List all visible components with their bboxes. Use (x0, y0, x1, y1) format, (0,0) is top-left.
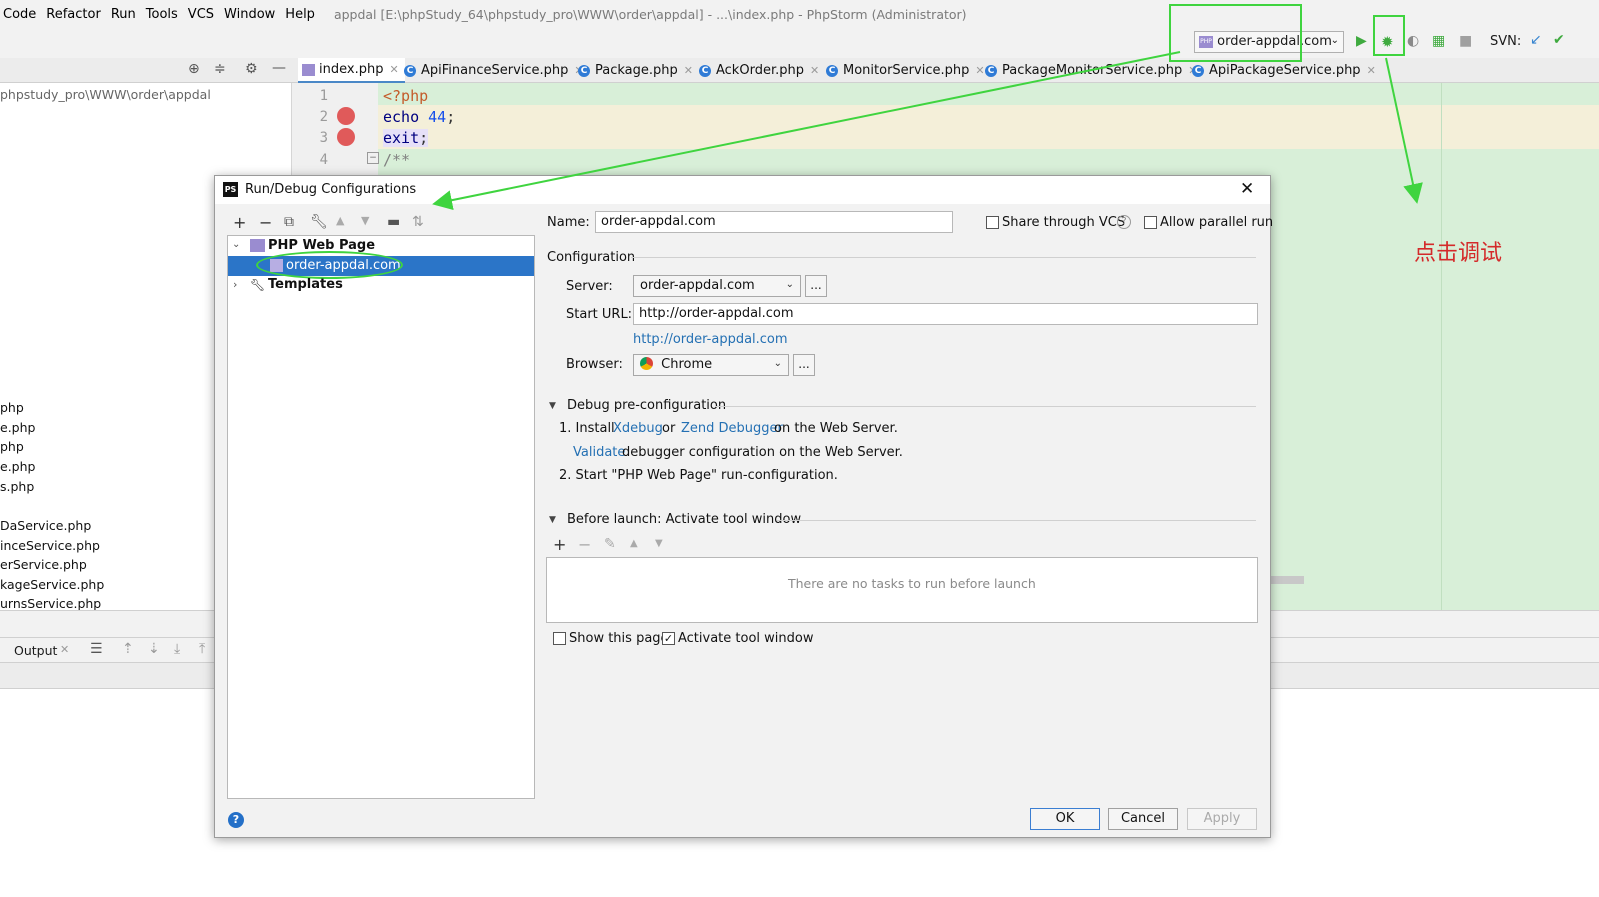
annotation-text: 点击调试 (1414, 241, 1503, 266)
annotation-arrows (432, 51, 1423, 211)
arrow-to-annotation (1385, 57, 1423, 204)
arrow-to-dialog (432, 51, 1181, 211)
